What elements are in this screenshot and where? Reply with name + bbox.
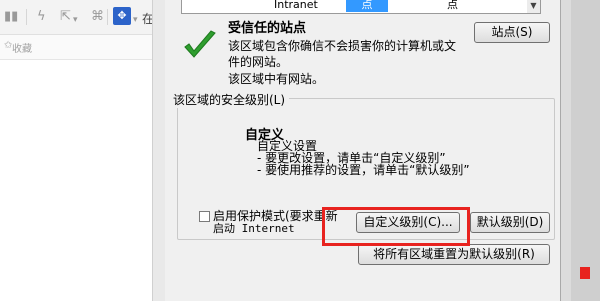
toolbar-divider bbox=[26, 9, 27, 25]
zone-description-line1: 该区域包含你确信不会损害你的计算机或文 bbox=[228, 39, 457, 53]
browser-edge bbox=[152, 0, 166, 301]
reset-all-zones-button[interactable]: 将所有区域重置为默认级别(R) bbox=[358, 244, 550, 265]
chevron-down-icon[interactable]: ▾ bbox=[133, 12, 138, 28]
highlight-box bbox=[322, 207, 470, 246]
browser-toolbar: ▮▮ ϟ ⇱ ▾ ⌘ ✥ ▾ 在 bbox=[0, 0, 165, 35]
zone-list[interactable]: Intranet 点 点 bbox=[181, 0, 529, 14]
level-description-2: - 要使用推荐的设置，请单击“默认级别” bbox=[257, 163, 470, 177]
protected-mode-label[interactable]: 启用保护模式(要求重新 bbox=[213, 209, 338, 223]
browser-window: ▮▮ ϟ ⇱ ▾ ⌘ ✥ ▾ 在 ✩ 收藏 bbox=[0, 0, 166, 301]
favorites-label[interactable]: 收藏 bbox=[12, 40, 32, 55]
protected-mode-label-line2[interactable]: 启动 Internet bbox=[213, 222, 295, 235]
share-icon[interactable]: ⇱ bbox=[60, 9, 71, 25]
sites-button[interactable]: 站点(S) bbox=[474, 22, 550, 43]
protected-mode-checkbox[interactable] bbox=[199, 211, 210, 222]
red-marker bbox=[580, 267, 590, 279]
zone-description-line2: 件的网站。 bbox=[228, 55, 289, 69]
book-icon[interactable]: ▮▮ bbox=[4, 9, 18, 25]
dialog-border bbox=[560, 0, 600, 301]
favorites-bar: ✩ 收藏 bbox=[0, 35, 165, 60]
check-icon bbox=[184, 30, 216, 58]
security-level-group-label: 该区域的安全级别(L) bbox=[173, 91, 290, 108]
chevron-down-icon[interactable]: ▾ bbox=[73, 12, 78, 28]
zone-description: 该区域包含你确信不会损害你的计算机或文 件的网站。 bbox=[228, 38, 456, 70]
zone-intranet[interactable]: Intranet bbox=[274, 0, 318, 12]
zone-title: 受信任的站点 bbox=[228, 21, 307, 36]
default-level-button[interactable]: 默认级别(D) bbox=[470, 212, 550, 233]
translate-icon[interactable]: ⌘ bbox=[91, 9, 104, 25]
toolbar-divider bbox=[107, 9, 108, 25]
baidu-paw-icon[interactable]: ✥ bbox=[113, 7, 131, 25]
lightning-icon[interactable]: ϟ bbox=[37, 9, 46, 25]
zone-trusted-sites[interactable]: 点 bbox=[346, 0, 388, 12]
zone-restricted-sites[interactable]: 点 bbox=[447, 0, 458, 12]
zone-list-scroll-button[interactable]: ▼ bbox=[527, 0, 541, 14]
zone-sites-text: 该区域中有网站。 bbox=[228, 72, 325, 86]
